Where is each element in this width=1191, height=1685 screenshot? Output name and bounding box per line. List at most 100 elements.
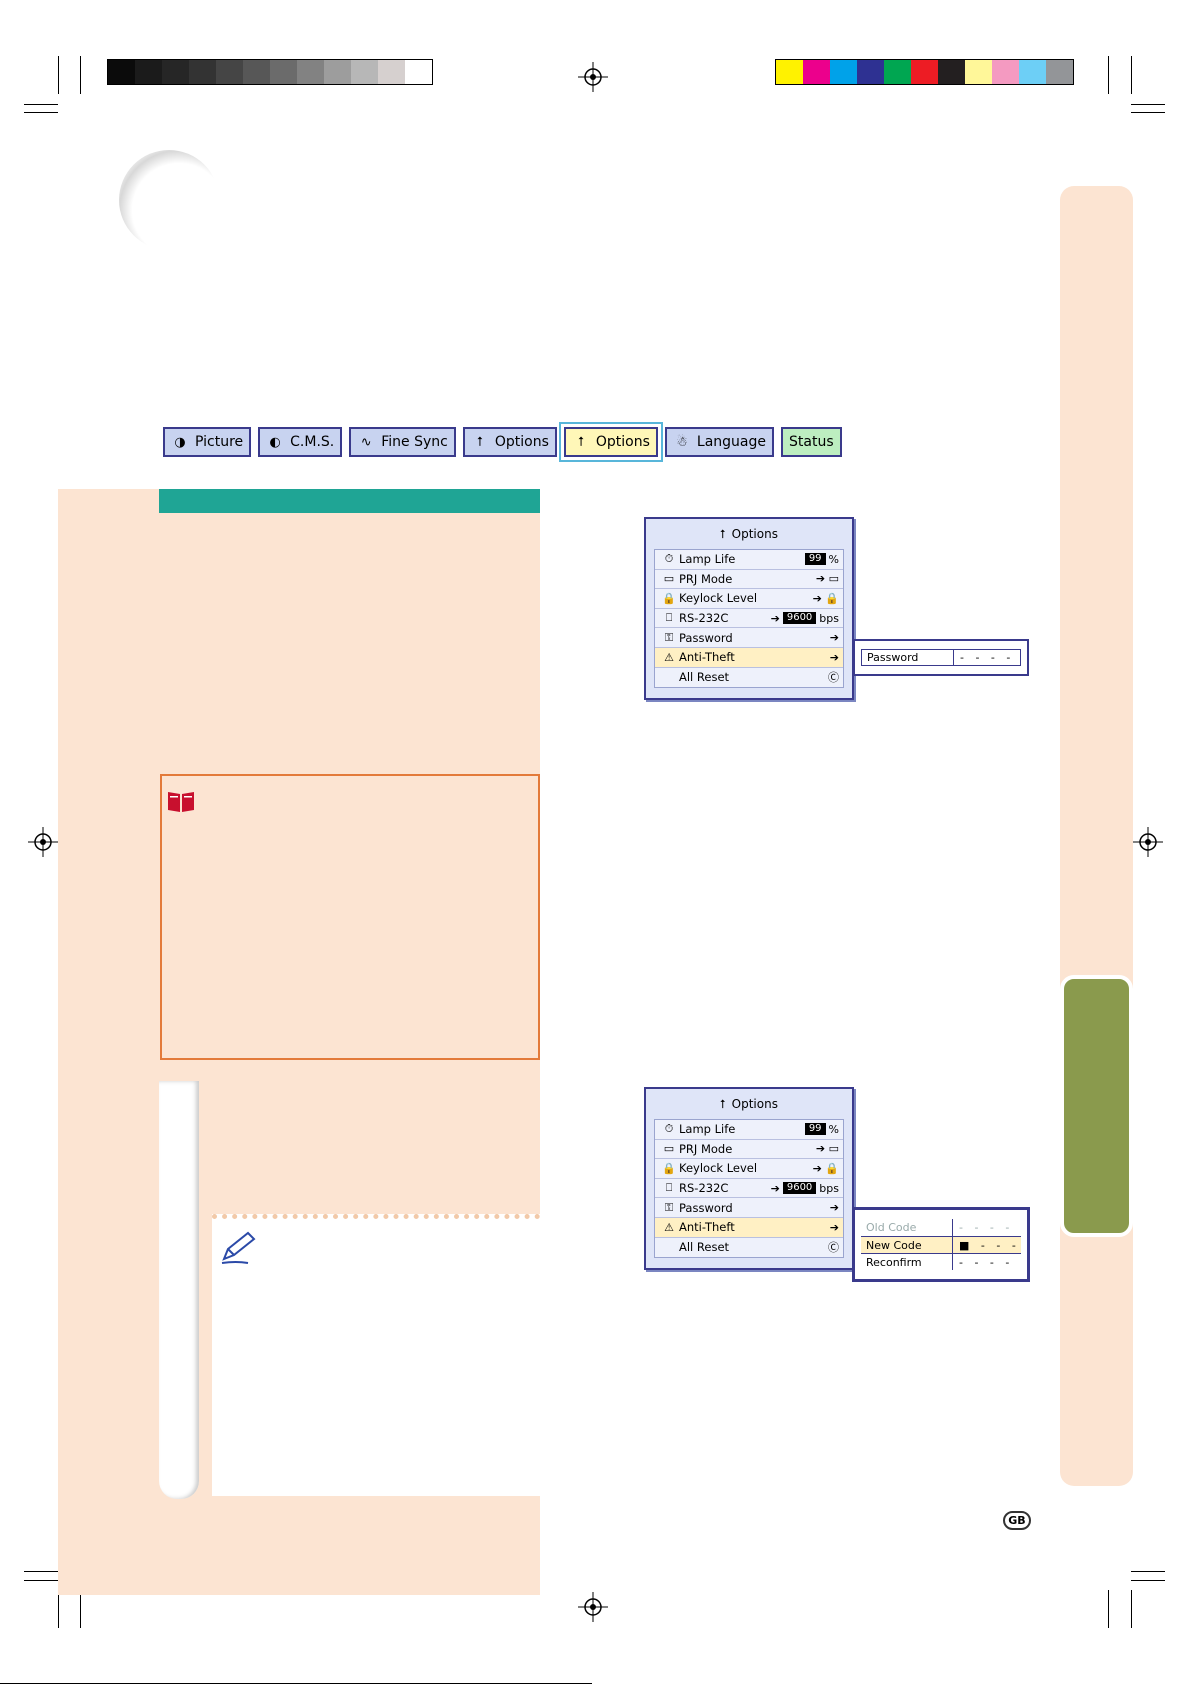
anti-theft-icon: ⚠ xyxy=(664,1220,674,1234)
crop-mark xyxy=(1131,112,1165,113)
menu-item-prj-mode[interactable]: ▭ PRJ Mode ➔ ▭ xyxy=(655,570,843,590)
options-icon: ⭡ xyxy=(720,1096,726,1111)
menu-item-value: ➔ 🔒 xyxy=(813,1162,843,1175)
projector-mode-icon: ▭ xyxy=(663,1142,675,1156)
menu-item-prj-mode[interactable]: ▭ PRJ Mode ➔ ▭ xyxy=(655,1140,843,1160)
tab-label: Options xyxy=(595,434,650,450)
menu-item-value: ➔ 9600 bps xyxy=(771,612,843,625)
tab-label: Status xyxy=(789,434,834,450)
info-book-icon xyxy=(168,792,194,812)
gray-swatch xyxy=(270,60,297,84)
code-input[interactable]: - - - - xyxy=(953,1256,1021,1269)
picture-icon: ◑ xyxy=(174,434,186,450)
submenu-label: Old Code xyxy=(861,1219,953,1236)
tab-picture[interactable]: ◑ Picture xyxy=(163,427,252,457)
submenu-label: Password xyxy=(862,650,954,665)
menu-item-rs-232c[interactable]: ⎕ RS-232C ➔ 9600 bps xyxy=(655,1179,843,1199)
menu-item-keylock-level[interactable]: 🔒 Keylock Level ➔ 🔒 xyxy=(655,1159,843,1179)
submenu-row-old-code[interactable]: Old Code - - - - xyxy=(861,1219,1021,1236)
submenu-label: New Code xyxy=(861,1237,953,1253)
menu-item-rs-232c[interactable]: ⎕ RS-232C ➔ 9600 bps xyxy=(655,609,843,629)
submenu-row-reconfirm[interactable]: Reconfirm - - - - xyxy=(861,1253,1021,1270)
color-swatch xyxy=(830,60,857,84)
timer-icon: ⏱ xyxy=(664,552,674,566)
menu-item-lamp-life[interactable]: ⏱ Lamp Life 99% xyxy=(655,550,843,570)
code-input[interactable]: - - - - xyxy=(953,1221,1021,1234)
menu-item-anti-theft[interactable]: ⚠ Anti-Theft ➔ xyxy=(655,1217,843,1238)
menu-item-value: ➔ ▭ xyxy=(816,572,843,585)
value-box: 99 xyxy=(804,1123,826,1136)
confirm-icon: Ⓒ xyxy=(828,671,839,685)
caution-box xyxy=(160,774,540,1060)
value-unit: % xyxy=(828,1122,839,1136)
menu-item-label: RS-232C xyxy=(679,1181,729,1196)
submenu-row-new-code[interactable]: New Code ■ - - - xyxy=(861,1236,1021,1253)
registration-mark-icon xyxy=(1133,827,1163,857)
gray-swatch xyxy=(162,60,189,84)
value-unit: bps xyxy=(819,1181,839,1195)
color-swatch xyxy=(938,60,965,84)
tab-label: Fine Sync xyxy=(381,434,448,450)
serial-port-icon: ⎕ xyxy=(665,611,673,625)
gray-swatch xyxy=(297,60,324,84)
tab-options[interactable]: ⭡ Options xyxy=(462,427,557,457)
arrow-right-icon: ➔ 🔒 xyxy=(812,591,839,605)
menu-item-password[interactable]: ⚿ Password ➔ xyxy=(655,628,843,648)
gray-swatch xyxy=(378,60,405,84)
menu-item-label: RS-232C xyxy=(679,611,729,626)
options-menu-screen-2: ⭡ Options ⏱ Lamp Life 99% ▭ PRJ Mode ➔ ▭ 🔒 Keyl… xyxy=(644,1087,854,1270)
submenu-label: Reconfirm xyxy=(861,1254,953,1270)
menu-item-anti-theft[interactable]: ⚠ Anti-Theft ➔ xyxy=(655,647,843,668)
crop-mark xyxy=(1108,1590,1109,1628)
arrow-right-icon: ➔ xyxy=(829,1220,839,1234)
menu-item-value: ➔ ▭ xyxy=(816,1142,843,1155)
bottom-rule xyxy=(0,1683,592,1684)
crop-mark xyxy=(1131,104,1165,105)
value-unit: % xyxy=(828,552,839,566)
menu-item-label: Password xyxy=(679,1200,733,1215)
value-box: 9600 xyxy=(782,1182,817,1195)
tab-fine-sync[interactable]: ∿ Fine Sync xyxy=(349,427,456,457)
crop-mark xyxy=(1131,1571,1165,1572)
anti-theft-icon: ⚠ xyxy=(664,650,674,664)
menu-item-value: 99% xyxy=(804,1122,843,1136)
code-input[interactable]: - - - - xyxy=(954,651,1020,664)
tab-label: C.M.S. xyxy=(290,434,335,450)
menu-item-password[interactable]: ⚿ Password ➔ xyxy=(655,1198,843,1218)
menu-item-value: ➔ xyxy=(830,1201,843,1214)
crop-mark xyxy=(80,56,81,94)
menu-item-all-reset[interactable]: All Reset Ⓒ xyxy=(655,668,843,688)
menu-item-keylock-level[interactable]: 🔒 Keylock Level ➔ 🔒 xyxy=(655,589,843,609)
menu-item-label: Password xyxy=(679,630,733,645)
side-index-tab-active xyxy=(1060,975,1133,1237)
tab-status[interactable]: Status xyxy=(781,427,842,457)
menu-item-value: Ⓒ xyxy=(828,1239,843,1255)
code-input[interactable]: ■ - - - xyxy=(953,1239,1021,1252)
tab-c-m-s-[interactable]: ◐ C.M.S. xyxy=(258,427,343,457)
side-index-tab xyxy=(1060,186,1133,1486)
tab-label: Options xyxy=(494,434,549,450)
options-icon: ⭡ xyxy=(577,434,584,450)
cms-icon: ◐ xyxy=(269,434,281,450)
gray-calibration-bar xyxy=(107,59,433,85)
menu-item-all-reset[interactable]: All Reset Ⓒ xyxy=(655,1238,843,1258)
arrow-right-icon: ➔ xyxy=(829,631,839,645)
menu-item-label: All Reset xyxy=(679,1240,730,1255)
lock-icon: 🔒 xyxy=(662,591,676,605)
menu-item-value: ➔ xyxy=(830,631,843,644)
menu-item-lamp-life[interactable]: ⏱ Lamp Life 99% xyxy=(655,1120,843,1140)
color-swatch xyxy=(857,60,884,84)
color-swatch xyxy=(884,60,911,84)
menu-item-label: Keylock Level xyxy=(679,591,758,606)
password-submenu: Password - - - - xyxy=(853,639,1029,676)
arrow-right-icon: ➔ xyxy=(770,611,780,625)
options-menu-screen-1: ⭡ Options ⏱ Lamp Life 99% ▭ PRJ Mode ➔ ▭ 🔒 Keyl… xyxy=(644,517,854,700)
submenu-row-password[interactable]: Password - - - - xyxy=(861,649,1021,666)
tab-options[interactable]: ⭡ Options xyxy=(558,422,663,462)
color-swatch xyxy=(776,60,803,84)
language-icon: ☃ xyxy=(676,434,688,450)
password-change-submenu: Old Code - - - - New Code ■ - - - Reconfirm -… xyxy=(852,1207,1030,1282)
gray-swatch xyxy=(351,60,378,84)
key-icon: ⚿ xyxy=(664,1200,674,1214)
tab-language[interactable]: ☃ Language xyxy=(664,427,775,457)
